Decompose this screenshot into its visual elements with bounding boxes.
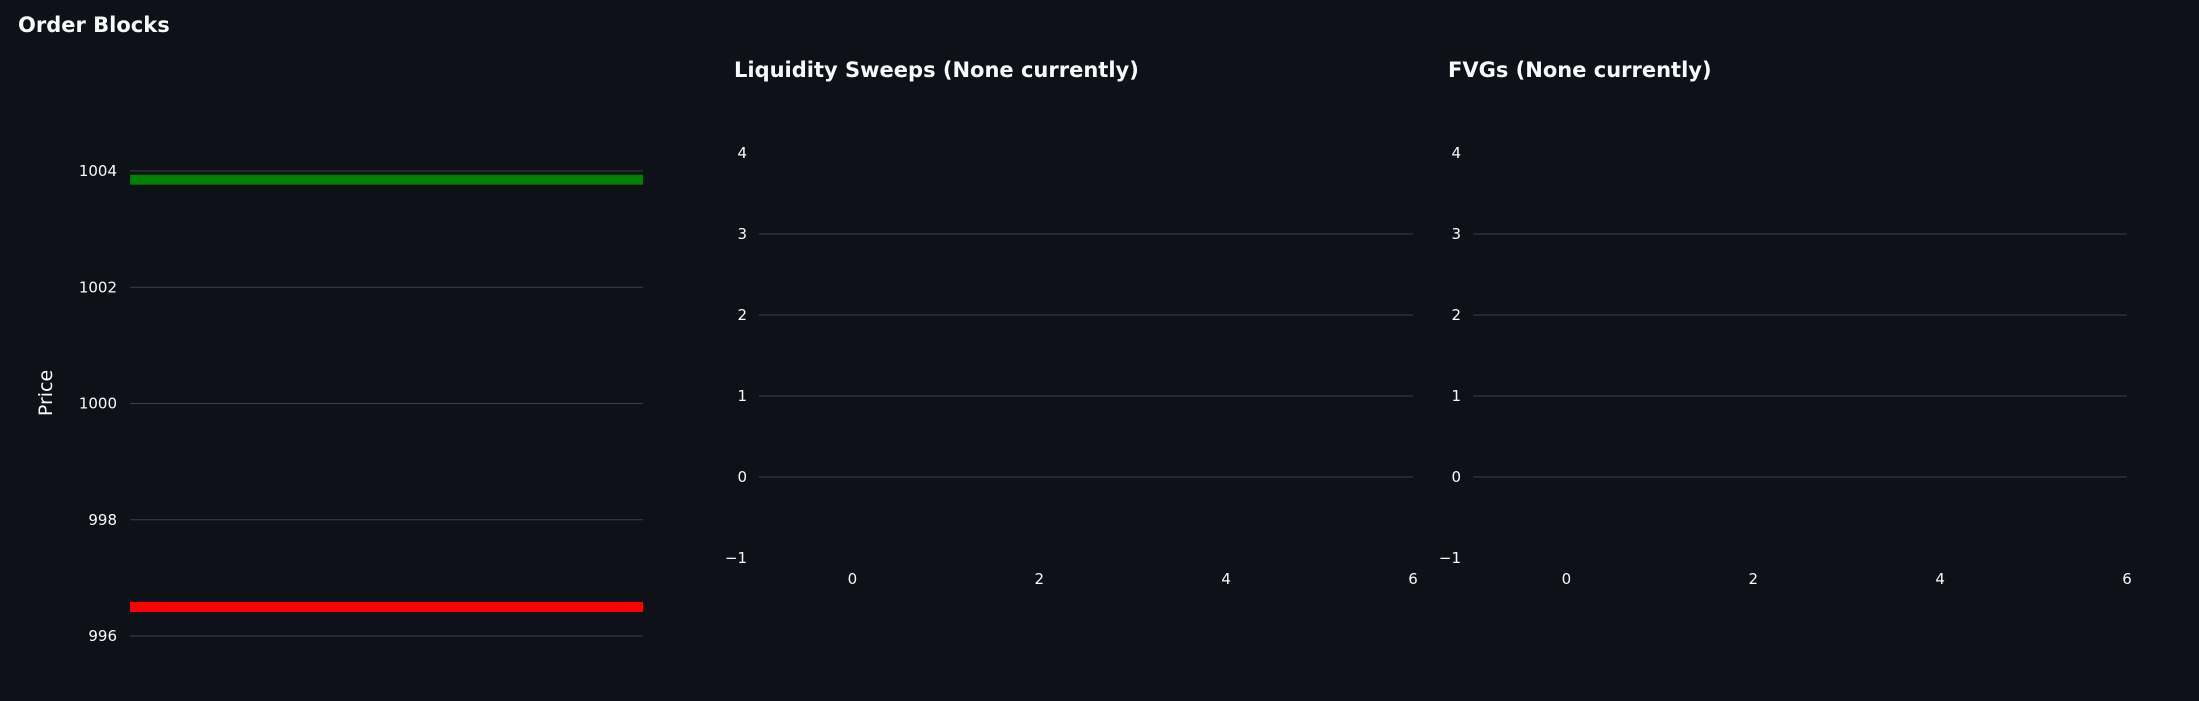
fvgs-y-tick-label: 0 (1451, 468, 1461, 486)
order-blocks-y-axis-label: Price (35, 370, 57, 416)
fvgs-x-ticks: 0 2 4 6 (1562, 570, 2132, 588)
order-blocks-y-tick-label: 998 (88, 511, 117, 529)
fvgs-y-tick-label: −1 (1439, 549, 1461, 567)
fvgs-chart: FVGs (None currently) −1 0 1 2 3 4 0 2 4 6 (1439, 58, 2132, 588)
fvgs-x-tick-label: 4 (1935, 570, 1945, 588)
order-blocks-y-tick-label: 1004 (79, 162, 117, 180)
liquidity-sweeps-gridlines (759, 233, 1413, 478)
order-blocks-y-ticks: 996 998 1000 1002 1004 (79, 162, 117, 645)
order-blocks-y-tick-label: 1002 (79, 278, 117, 296)
fvgs-y-tick-label: 1 (1451, 387, 1461, 405)
fvgs-y-tick-label: 4 (1451, 144, 1461, 162)
fvgs-y-tick-label: 3 (1451, 225, 1461, 243)
liquidity-sweeps-y-ticks: −1 0 1 2 3 4 (725, 144, 747, 567)
order-blocks-y-tick-label: 1000 (79, 395, 117, 413)
order-block-bar (130, 174, 643, 185)
liquidity-sweeps-x-ticks: 0 2 4 6 (848, 570, 1418, 588)
charts-canvas: Order Blocks Price 996998100010021004 Li… (18, 13, 2132, 645)
order-blocks-levels (130, 174, 643, 612)
liquidity-sweeps-x-tick-label: 2 (1035, 570, 1045, 588)
order-blocks-title: Order Blocks (18, 13, 170, 37)
liquidity-sweeps-y-tick-label: 3 (737, 225, 747, 243)
liquidity-sweeps-y-tick-label: −1 (725, 549, 747, 567)
liquidity-sweeps-y-tick-label: 1 (737, 387, 747, 405)
liquidity-sweeps-y-tick-label: 0 (737, 468, 747, 486)
order-blocks-y-tick-label: 996 (88, 627, 117, 645)
order-block-bar (130, 601, 643, 612)
fvgs-x-tick-label: 6 (2122, 570, 2132, 588)
fvgs-gridlines (1473, 233, 2127, 478)
liquidity-sweeps-chart: Liquidity Sweeps (None currently) −1 0 1 2 3… (725, 58, 1418, 588)
dashboard: Order Blocks Price 996 998 1000 1002 1004 Li… (0, 0, 2199, 701)
liquidity-sweeps-x-tick-label: 0 (848, 570, 858, 588)
fvgs-x-tick-label: 2 (1749, 570, 1759, 588)
order-blocks-gridlines (130, 170, 643, 637)
liquidity-sweeps-y-tick-label: 4 (737, 144, 747, 162)
fvgs-x-tick-label: 0 (1562, 570, 1572, 588)
liquidity-sweeps-title: Liquidity Sweeps (None currently) (734, 58, 1139, 82)
liquidity-sweeps-x-tick-label: 6 (1408, 570, 1418, 588)
fvgs-y-ticks: −1 0 1 2 3 4 (1439, 144, 1461, 567)
order-blocks-chart: Order Blocks Price 996 998 1000 1002 1004 (18, 13, 643, 645)
fvgs-y-tick-label: 2 (1451, 306, 1461, 324)
liquidity-sweeps-y-tick-label: 2 (737, 306, 747, 324)
fvgs-title: FVGs (None currently) (1448, 58, 1712, 82)
liquidity-sweeps-x-tick-label: 4 (1221, 570, 1231, 588)
